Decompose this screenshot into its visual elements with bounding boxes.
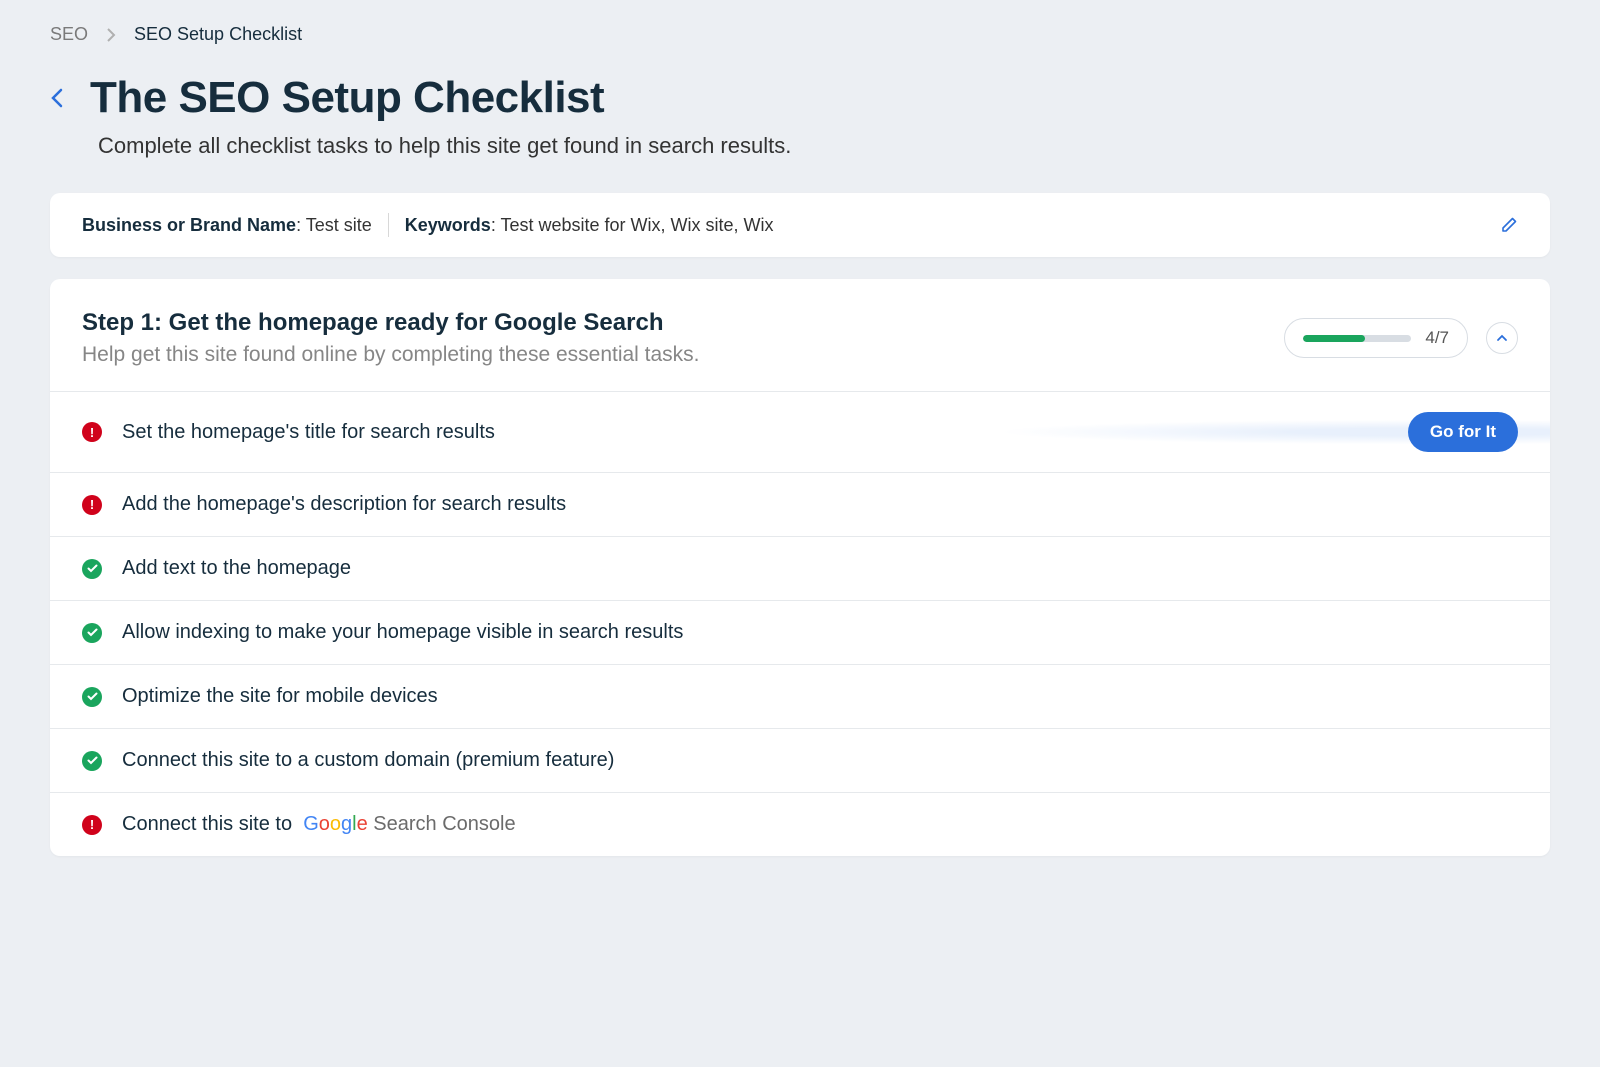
- task-label: Connect this site to Google Search Conso…: [122, 813, 1518, 836]
- check-icon: [82, 559, 102, 579]
- check-icon: [82, 751, 102, 771]
- step-card: Step 1: Get the homepage ready for Googl…: [50, 279, 1550, 856]
- task-row[interactable]: Add text to the homepage: [50, 536, 1550, 600]
- chevron-right-icon: [106, 27, 116, 43]
- progress-bar: [1303, 335, 1411, 342]
- info-bar: Business or Brand Name : Test site Keywo…: [50, 193, 1550, 257]
- back-button[interactable]: [50, 87, 64, 109]
- task-row[interactable]: ! Connect this site to Google Search Cons…: [50, 792, 1550, 856]
- page-subtitle: Complete all checklist tasks to help thi…: [98, 133, 1550, 159]
- task-row[interactable]: Optimize the site for mobile devices: [50, 664, 1550, 728]
- task-label: Set the homepage's title for search resu…: [122, 421, 1408, 444]
- step-title: Step 1: Get the homepage ready for Googl…: [82, 309, 700, 337]
- divider: [388, 213, 389, 237]
- brand-label: Business or Brand Name: [82, 215, 296, 236]
- breadcrumb: SEO SEO Setup Checklist: [50, 24, 1550, 45]
- task-row[interactable]: Connect this site to a custom domain (pr…: [50, 728, 1550, 792]
- task-label: Optimize the site for mobile devices: [122, 685, 1518, 708]
- page-title: The SEO Setup Checklist: [90, 73, 604, 123]
- task-row[interactable]: ! Set the homepage's title for search res…: [50, 391, 1550, 472]
- brand-value: : Test site: [296, 215, 372, 236]
- task-label: Allow indexing to make your homepage vis…: [122, 621, 1518, 644]
- check-icon: [82, 687, 102, 707]
- keywords-value: : Test website for Wix, Wix site, Wix: [491, 215, 774, 236]
- task-label: Add text to the homepage: [122, 557, 1518, 580]
- progress-text: 4/7: [1425, 328, 1449, 348]
- breadcrumb-root[interactable]: SEO: [50, 24, 88, 45]
- progress-pill: 4/7: [1284, 318, 1468, 358]
- alert-icon: !: [82, 495, 102, 515]
- step-header: Step 1: Get the homepage ready for Googl…: [50, 279, 1550, 391]
- edit-button[interactable]: [1500, 216, 1518, 234]
- alert-icon: !: [82, 815, 102, 835]
- task-row[interactable]: Allow indexing to make your homepage vis…: [50, 600, 1550, 664]
- alert-icon: !: [82, 422, 102, 442]
- keywords-label: Keywords: [405, 215, 491, 236]
- task-label: Add the homepage's description for searc…: [122, 493, 1518, 516]
- collapse-button[interactable]: [1486, 322, 1518, 354]
- task-label: Connect this site to a custom domain (pr…: [122, 749, 1518, 772]
- check-icon: [82, 623, 102, 643]
- step-subtitle: Help get this site found online by compl…: [82, 343, 700, 367]
- progress-fill: [1303, 335, 1365, 342]
- breadcrumb-current: SEO Setup Checklist: [134, 24, 302, 45]
- go-for-it-button[interactable]: Go for It: [1408, 412, 1518, 452]
- task-row[interactable]: ! Add the homepage's description for sear…: [50, 472, 1550, 536]
